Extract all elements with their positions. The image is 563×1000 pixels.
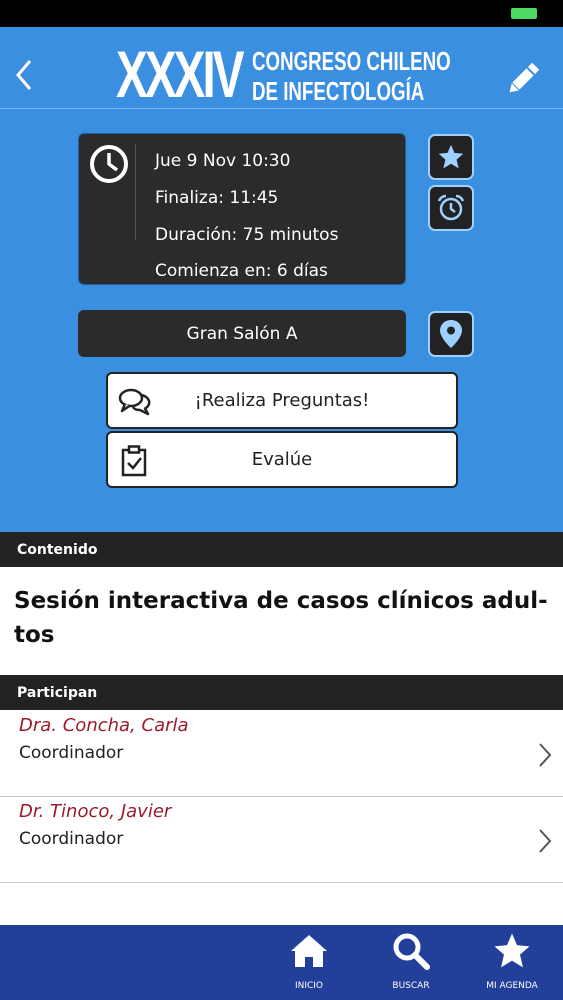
session-duration: Duración: 75 minutos bbox=[155, 225, 339, 245]
tab-label: BUSCAR bbox=[392, 981, 430, 991]
congress-logo-line1: CONGRESO CHILENO bbox=[252, 46, 451, 76]
evaluate-button[interactable]: Evalúe bbox=[106, 431, 458, 488]
session-starts-in: Comienza en: 6 días bbox=[155, 261, 328, 281]
alarm-icon bbox=[437, 194, 465, 221]
participant-row[interactable]: Dr. Tinoco, Javier Coordinador bbox=[0, 797, 563, 883]
divider bbox=[135, 144, 136, 240]
evaluate-label: Evalúe bbox=[251, 449, 313, 470]
chevron-right-icon bbox=[539, 829, 552, 853]
content-section-header: Contenido bbox=[0, 532, 563, 567]
questions-button[interactable]: ¡Realiza Preguntas! bbox=[106, 372, 458, 429]
clipboard-check-icon bbox=[121, 445, 147, 477]
tab-mi-agenda[interactable]: MI AGENDA bbox=[475, 925, 549, 1000]
home-icon bbox=[291, 935, 327, 967]
map-pin-icon bbox=[440, 320, 462, 348]
tab-buscar[interactable]: BUSCAR bbox=[374, 925, 448, 1000]
congress-logo-line2: DE INFECTOLOGÍA bbox=[252, 76, 425, 106]
alarm-button[interactable] bbox=[428, 185, 474, 231]
edit-button[interactable] bbox=[503, 59, 543, 99]
chat-bubbles-icon bbox=[118, 388, 151, 416]
map-button[interactable] bbox=[428, 311, 474, 357]
tab-label: MI AGENDA bbox=[486, 981, 538, 991]
star-icon bbox=[494, 933, 530, 968]
tab-label: INICIO bbox=[294, 981, 324, 991]
participant-name: Dr. Tinoco, Javier bbox=[19, 801, 172, 822]
status-bar bbox=[0, 0, 563, 27]
room-label: Gran Salón A bbox=[78, 310, 406, 357]
clock-icon bbox=[90, 145, 128, 183]
chevron-right-icon bbox=[539, 743, 552, 767]
session-datetime: Jue 9 Nov 10:30 bbox=[155, 151, 291, 171]
tab-inicio[interactable]: INICIO bbox=[272, 925, 346, 1000]
favorite-button[interactable] bbox=[428, 134, 474, 180]
app-header: XXXIV CONGRESO CHILENO DE INFECTOLOGÍA bbox=[0, 27, 563, 109]
schedule-box: Jue 9 Nov 10:30 Finaliza: 11:45 Duración… bbox=[78, 133, 406, 285]
participants-section-header: Participan bbox=[0, 675, 563, 710]
search-icon bbox=[393, 933, 430, 970]
star-icon bbox=[438, 144, 464, 169]
pencil-icon bbox=[509, 62, 540, 93]
participant-row[interactable]: Dra. Concha, Carla Coordinador bbox=[0, 711, 563, 797]
session-title: Sesión interactiva de casos clínicos adu… bbox=[14, 588, 548, 648]
participant-role: Coordinador bbox=[19, 743, 124, 763]
session-hero: XXXIV CONGRESO CHILENO DE INFECTOLOGÍA J… bbox=[0, 27, 563, 533]
questions-label: ¡Realiza Preguntas! bbox=[194, 390, 370, 411]
chevron-left-icon bbox=[16, 60, 32, 90]
back-button[interactable] bbox=[10, 55, 40, 95]
battery-icon bbox=[511, 8, 537, 19]
bottom-tab-bar: INICIO BUSCAR MI AGENDA bbox=[0, 925, 563, 1000]
session-end-time: Finaliza: 11:45 bbox=[155, 188, 279, 208]
participant-name: Dra. Concha, Carla bbox=[19, 715, 189, 736]
congress-logo-roman: XXXIV bbox=[116, 37, 244, 111]
participant-role: Coordinador bbox=[19, 829, 124, 849]
